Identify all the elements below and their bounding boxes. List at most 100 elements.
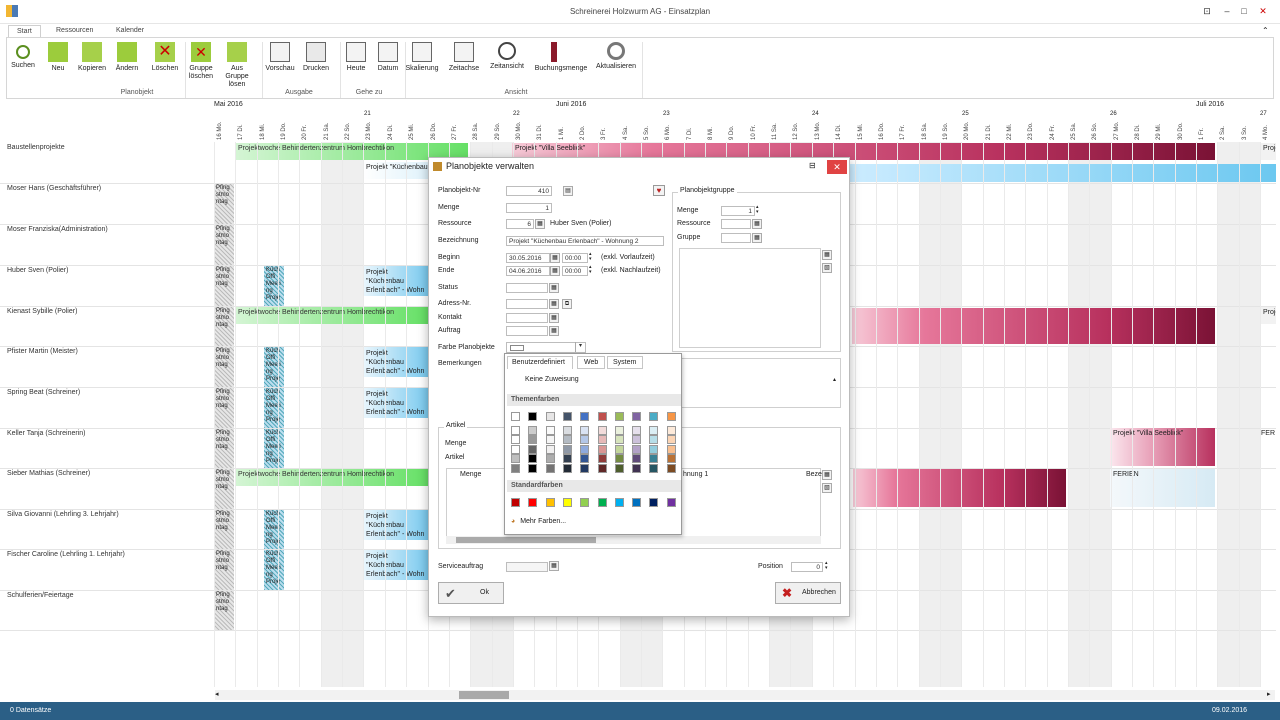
- ungroup-button[interactable]: Aus Gruppe lösen: [219, 42, 255, 89]
- theme-color-swatch[interactable]: [632, 463, 642, 473]
- ende-time-field[interactable]: 00:00: [562, 266, 588, 276]
- refresh-button[interactable]: Aktualisieren: [593, 42, 639, 71]
- farbe-dropdown[interactable]: ▾: [506, 342, 586, 353]
- theme-color-swatch[interactable]: [528, 412, 538, 421]
- theme-color-swatch[interactable]: [649, 435, 659, 444]
- theme-color-swatch[interactable]: [632, 412, 642, 421]
- theme-color-swatch[interactable]: [511, 444, 520, 454]
- theme-color-swatch[interactable]: [649, 444, 659, 454]
- standard-color-swatch[interactable]: [632, 498, 642, 507]
- ressource-lookup-icon[interactable]: ▦: [535, 219, 545, 229]
- theme-color-swatch[interactable]: [545, 435, 555, 444]
- menge-field[interactable]: 1: [506, 203, 552, 213]
- bar-pfingstmontag-huber[interactable]: Pfing stmo ntag: [214, 266, 234, 306]
- today-button[interactable]: Heute: [341, 42, 371, 73]
- position-spinner-icon[interactable]: ▴ ▾: [825, 561, 828, 571]
- time-view-button[interactable]: Zeitansicht: [487, 42, 527, 71]
- restore-icon[interactable]: ⊡: [1200, 5, 1214, 17]
- standard-color-swatch[interactable]: [666, 498, 676, 507]
- bar-pfingstmontag-fischer[interactable]: Pfing stmo ntag: [214, 550, 234, 590]
- theme-color-swatch[interactable]: [597, 435, 607, 444]
- new-button[interactable]: Neu: [45, 42, 71, 73]
- bar-pfingstmontag-silva[interactable]: Pfing stmo ntag: [214, 510, 234, 549]
- theme-color-swatch[interactable]: [632, 444, 642, 454]
- theme-color-swatch[interactable]: [528, 454, 538, 463]
- close-icon[interactable]: ✕: [1256, 5, 1270, 17]
- bar-kuechenbau-pfister[interactable]: Projekt "KüchenbauErlenbach" - Wohn: [363, 347, 429, 377]
- theme-color-swatch[interactable]: [649, 454, 659, 463]
- theme-color-swatch[interactable]: [597, 463, 607, 473]
- group-delete-button[interactable]: ✕ Gruppe löschen: [183, 42, 219, 81]
- theme-color-swatch[interactable]: [649, 412, 659, 421]
- theme-color-swatch[interactable]: [632, 425, 642, 435]
- standard-color-swatch[interactable]: [528, 498, 538, 507]
- artikel-add-icon[interactable]: ▦: [822, 470, 832, 480]
- bar-kueche-meeting-pfister[interactable]: Küch Offi Meeti ng Proje: [264, 347, 284, 387]
- artikel-remove-icon[interactable]: ▧: [822, 483, 832, 493]
- bar-behindertenzentrum-kienast[interactable]: Projektwoche Behindertenzentrum Hombrech…: [235, 307, 428, 324]
- theme-color-swatch[interactable]: [562, 463, 572, 473]
- color-none-item[interactable]: Keine Zuweisung: [525, 376, 579, 383]
- search-button[interactable]: Suchen: [9, 42, 37, 70]
- theme-color-swatch[interactable]: [666, 425, 676, 435]
- theme-color-swatch[interactable]: [545, 425, 555, 435]
- standard-color-swatch[interactable]: [597, 498, 607, 507]
- status-lookup-icon[interactable]: ▦: [549, 283, 559, 293]
- theme-color-swatch[interactable]: [580, 412, 590, 421]
- theme-color-swatch[interactable]: [545, 454, 555, 463]
- bar-ferien-sieber[interactable]: FERIEN: [1110, 469, 1215, 507]
- dialog-close-icon[interactable]: ✕: [827, 160, 847, 174]
- theme-color-swatch[interactable]: [580, 435, 590, 444]
- theme-color-swatch[interactable]: [597, 454, 607, 463]
- bemerkungen-field[interactable]: [679, 358, 841, 408]
- color-tab-custom[interactable]: Benutzerdefiniert: [507, 356, 573, 369]
- ressource-field[interactable]: 6: [506, 219, 534, 229]
- scale-button[interactable]: Skalierung: [405, 42, 439, 73]
- artikel-hscroll-thumb[interactable]: [456, 537, 596, 543]
- kontakt-lookup-icon[interactable]: ▦: [549, 313, 559, 323]
- group-menge-spinner-icon[interactable]: ▴ ▾: [756, 205, 759, 215]
- delete-button[interactable]: ✕ Löschen: [147, 42, 183, 73]
- theme-color-swatch[interactable]: [511, 454, 520, 463]
- standard-color-swatch[interactable]: [562, 498, 572, 507]
- theme-color-swatch[interactable]: [562, 444, 572, 454]
- minimize-icon[interactable]: –: [1220, 5, 1234, 17]
- theme-color-swatch[interactable]: [597, 444, 607, 454]
- copy-button[interactable]: Kopieren: [75, 42, 109, 73]
- bar-behindertenzentrum-sieber[interactable]: Projektwoche Behindertenzentrum Hombrech…: [235, 469, 428, 486]
- theme-color-swatch[interactable]: [666, 435, 676, 444]
- bar-villa-keller[interactable]: Projekt "Villa Seeblick": [1110, 428, 1215, 466]
- position-field[interactable]: 0: [791, 562, 823, 572]
- bar-kuechenbau-baustellen[interactable]: Projekt "Küchenbau: [363, 162, 429, 179]
- group-menge-field[interactable]: 1: [721, 206, 755, 216]
- dialog-maximize-icon[interactable]: ⊟: [809, 161, 816, 170]
- theme-color-swatch[interactable]: [597, 412, 607, 421]
- theme-color-swatch[interactable]: [649, 425, 659, 435]
- ribbon-collapse-icon[interactable]: ⌃: [1262, 26, 1269, 35]
- theme-color-swatch[interactable]: [666, 444, 676, 454]
- standard-color-swatch[interactable]: [545, 498, 555, 507]
- theme-color-swatch[interactable]: [666, 454, 676, 463]
- theme-color-swatch[interactable]: [614, 444, 624, 454]
- status-field[interactable]: [506, 283, 548, 293]
- theme-color-swatch[interactable]: [597, 425, 607, 435]
- theme-color-swatch[interactable]: [511, 463, 520, 473]
- kontakt-field[interactable]: [506, 313, 548, 323]
- theme-color-swatch[interactable]: [528, 444, 538, 454]
- bar-kuechenbau-silva[interactable]: Projekt "KüchenbauErlenbach" - Wohn: [363, 510, 429, 540]
- chevron-down-icon[interactable]: ▾: [575, 342, 585, 352]
- bar-kuechenbau-spring[interactable]: Projekt "KüchenbauErlenbach" - Wohn: [363, 388, 429, 418]
- auftrag-field[interactable]: [506, 326, 548, 336]
- bar-kueche-meeting-spring[interactable]: Küch Offi Meeti ng Proje: [264, 388, 284, 428]
- bar-pfingstmontag-moser-franziska[interactable]: Pfing stmo ntag: [214, 225, 234, 265]
- color-tab-web[interactable]: Web: [577, 356, 605, 369]
- planobjekt-nr-field[interactable]: 410: [506, 186, 552, 196]
- bar-kuechenbau-fischer[interactable]: Projekt "KüchenbauErlenbach" - Wohn: [363, 550, 429, 580]
- theme-color-swatch[interactable]: [528, 435, 538, 444]
- bar-kueche-meeting-keller[interactable]: Küch Offi Meeti ng Proje: [264, 429, 284, 468]
- beginn-calendar-icon[interactable]: ▦: [550, 253, 560, 263]
- group-gruppe-lookup-icon[interactable]: ▦: [752, 233, 762, 243]
- theme-color-swatch[interactable]: [614, 454, 624, 463]
- theme-color-swatch[interactable]: [614, 463, 624, 473]
- beginn-time-field[interactable]: 00:00: [562, 253, 588, 263]
